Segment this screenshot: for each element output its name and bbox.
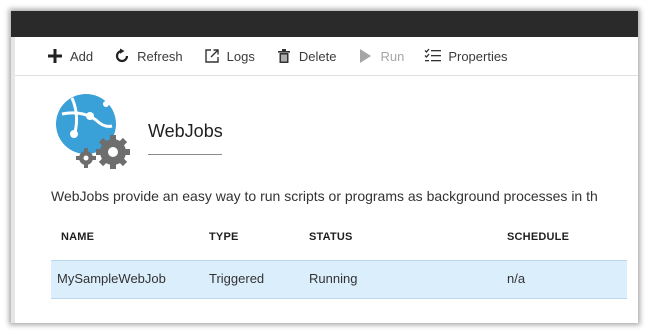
- cell-type: Triggered: [209, 271, 265, 286]
- column-header-schedule[interactable]: SCHEDULE: [507, 231, 569, 243]
- delete-button[interactable]: Delete: [275, 37, 337, 75]
- title-underline: [148, 154, 222, 155]
- add-label: Add: [70, 48, 94, 64]
- trash-icon: [275, 47, 293, 65]
- webjobs-description: WebJobs provide an easy way to run scrip…: [51, 188, 598, 204]
- external-link-icon: [203, 47, 221, 65]
- refresh-icon: [113, 47, 131, 65]
- delete-label: Delete: [298, 48, 337, 64]
- add-button[interactable]: Add: [46, 37, 93, 75]
- logs-label: Logs: [226, 48, 255, 64]
- blade-left-edge: [11, 37, 15, 323]
- run-label: Run: [380, 48, 405, 64]
- checklist-icon: [424, 47, 442, 65]
- column-header-type[interactable]: TYPE: [209, 231, 239, 243]
- play-icon: [356, 47, 374, 65]
- refresh-button[interactable]: Refresh: [113, 37, 183, 75]
- refresh-label: Refresh: [137, 48, 183, 64]
- column-header-status[interactable]: STATUS: [309, 231, 353, 243]
- column-header-name[interactable]: NAME: [61, 231, 94, 243]
- command-bar: Add Refresh Logs Delete Run Properties: [15, 37, 638, 76]
- blade-top-bar: [11, 11, 638, 37]
- cell-name: MySampleWebJob: [57, 271, 166, 286]
- page-title: WebJobs: [148, 121, 223, 141]
- plus-icon: [46, 47, 64, 65]
- logs-button[interactable]: Logs: [203, 37, 255, 75]
- webjobs-globe-gears-icon: [52, 90, 132, 170]
- properties-label: Properties: [448, 48, 508, 64]
- cell-status: Running: [309, 271, 358, 286]
- properties-button[interactable]: Properties: [424, 37, 508, 75]
- cell-schedule: n/a: [507, 271, 526, 286]
- run-button[interactable]: Run: [356, 37, 404, 75]
